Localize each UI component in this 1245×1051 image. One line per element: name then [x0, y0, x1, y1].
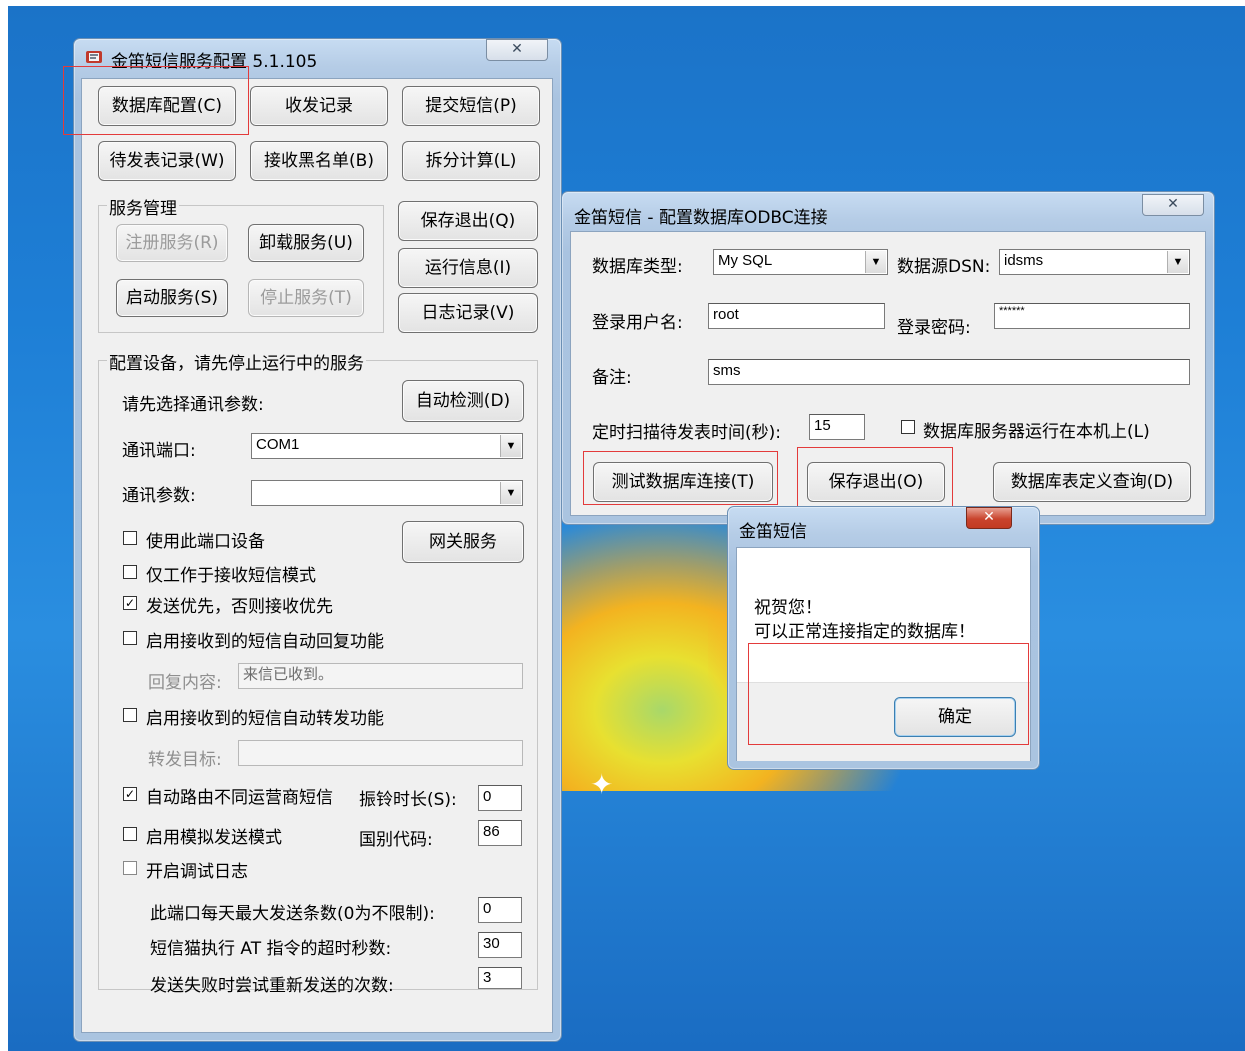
db-type-label: 数据库类型: [592, 257, 683, 277]
params-label: 通讯参数: [122, 486, 196, 506]
scan-interval-input[interactable]: 15 [809, 414, 865, 440]
highlight-box [748, 643, 1029, 745]
auto-reply-checkbox[interactable] [123, 631, 137, 645]
receive-only-label: 仅工作于接收短信模式 [146, 566, 316, 586]
log-records-button[interactable]: 日志记录(V) [398, 293, 538, 333]
wallpaper-sparkle: ✦ [590, 768, 614, 801]
port-value: COM1 [256, 436, 300, 453]
highlight-box [63, 66, 249, 135]
close-icon: ✕ [983, 509, 995, 525]
chevron-down-icon[interactable]: ▼ [1167, 251, 1188, 273]
port-select[interactable]: COM1 ▼ [251, 433, 523, 459]
ring-duration-label: 振铃时长(S): [359, 790, 457, 810]
retry-count-label: 发送失败时尝试重新发送的次数: [150, 976, 394, 996]
db-type-select[interactable]: My SQL ▼ [713, 249, 888, 275]
note-label: 备注: [592, 368, 632, 388]
service-group-legend: 服务管理 [107, 194, 179, 219]
at-timeout-label: 短信猫执行 AT 指令的超时秒数: [150, 939, 392, 959]
auto-route-label: 自动路由不同运营商短信 [146, 788, 333, 808]
receive-blacklist-button[interactable]: 接收黑名单(B) [250, 141, 388, 181]
odbc-window-title: 金笛短信 - 配置数据库ODBC连接 [574, 208, 828, 228]
dsn-label: 数据源DSN: [897, 257, 991, 277]
pending-records-button[interactable]: 待发表记录(W) [98, 141, 236, 181]
scan-interval-label: 定时扫描待发表时间(秒): [592, 423, 781, 443]
message-line-1: 祝贺您！ [754, 598, 822, 618]
user-label: 登录用户名: [592, 313, 683, 333]
max-send-input[interactable]: 0 [478, 897, 522, 923]
message-box-title: 金笛短信 [739, 522, 807, 542]
forward-target-input[interactable] [238, 740, 523, 766]
user-input[interactable]: root [708, 303, 885, 329]
debug-log-checkbox[interactable] [123, 861, 137, 875]
simulate-send-label: 启用模拟发送模式 [146, 828, 282, 848]
highlight-box [797, 447, 953, 509]
device-group-legend: 配置设备，请先停止运行中的服务 [107, 349, 366, 374]
port-label: 通讯端口: [122, 441, 196, 461]
highlight-box [583, 451, 778, 505]
start-service-button[interactable]: 启动服务(S) [116, 279, 228, 317]
submit-sms-button[interactable]: 提交短信(P) [402, 86, 540, 126]
auto-forward-label: 启用接收到的短信自动转发功能 [146, 709, 384, 729]
reply-content-input[interactable]: 来信已收到。 [238, 663, 523, 689]
max-send-label: 此端口每天最大发送条数(0为不限制): [150, 904, 435, 924]
send-priority-checkbox[interactable]: ✓ [123, 596, 137, 610]
receive-only-checkbox[interactable] [123, 565, 137, 579]
select-params-label: 请先选择通讯参数: [122, 395, 264, 415]
auto-detect-button[interactable]: 自动检测(D) [402, 380, 524, 422]
app-icon [86, 51, 102, 63]
retry-count-input[interactable]: 3 [478, 967, 522, 989]
message-line-2: 可以正常连接指定的数据库！ [754, 622, 975, 642]
register-service-button[interactable]: 注册服务(R) [116, 224, 228, 262]
at-timeout-input[interactable]: 30 [478, 932, 522, 958]
close-button[interactable]: ✕ [1142, 194, 1204, 216]
db-type-value: My SQL [718, 252, 773, 269]
close-button[interactable]: ✕ [486, 39, 548, 61]
simulate-send-checkbox[interactable] [123, 827, 137, 841]
gateway-service-button[interactable]: 网关服务 [402, 521, 524, 563]
send-priority-label: 发送优先，否则接收优先 [146, 597, 333, 617]
config-client-area: 数据库配置(C) 收发记录 提交短信(P) 待发表记录(W) 接收黑名单(B) … [81, 78, 553, 1033]
close-button[interactable]: ✕ [966, 507, 1012, 529]
send-receive-records-button[interactable]: 收发记录 [250, 86, 388, 126]
chevron-down-icon[interactable]: ▼ [500, 482, 521, 504]
auto-forward-checkbox[interactable] [123, 708, 137, 722]
config-window: 金笛短信服务配置 5.1.105 ✕ 数据库配置(C) 收发记录 提交短信(P)… [73, 38, 562, 1042]
close-icon: ✕ [511, 41, 523, 57]
dsn-select[interactable]: idsms ▼ [999, 249, 1190, 275]
split-calc-button[interactable]: 拆分计算(L) [402, 141, 540, 181]
country-code-label: 国别代码: [359, 830, 433, 850]
save-exit-button[interactable]: 保存退出(Q) [398, 201, 538, 241]
password-input[interactable]: ****** [994, 303, 1190, 329]
close-icon: ✕ [1167, 196, 1179, 212]
reply-content-label: 回复内容: [148, 673, 222, 693]
uninstall-service-button[interactable]: 卸载服务(U) [248, 224, 364, 262]
country-code-input[interactable]: 86 [478, 820, 522, 846]
local-server-label: 数据库服务器运行在本机上(L) [923, 422, 1150, 442]
local-server-checkbox[interactable] [901, 420, 915, 434]
run-info-button[interactable]: 运行信息(I) [398, 248, 538, 288]
chevron-down-icon[interactable]: ▼ [865, 251, 886, 273]
ring-duration-input[interactable]: 0 [478, 785, 522, 811]
table-definition-query-button[interactable]: 数据库表定义查询(D) [993, 462, 1191, 502]
use-port-checkbox[interactable] [123, 531, 137, 545]
chevron-down-icon[interactable]: ▼ [500, 435, 521, 457]
auto-reply-label: 启用接收到的短信自动回复功能 [146, 632, 384, 652]
use-port-label: 使用此端口设备 [146, 532, 265, 552]
password-label: 登录密码: [897, 318, 971, 338]
debug-log-label: 开启调试日志 [146, 862, 248, 882]
stop-service-button[interactable]: 停止服务(T) [248, 279, 364, 317]
dsn-value: idsms [1004, 252, 1044, 269]
note-input[interactable]: sms [708, 359, 1190, 385]
forward-target-label: 转发目标: [148, 750, 222, 770]
params-select[interactable]: ▼ [251, 480, 523, 506]
auto-route-checkbox[interactable]: ✓ [123, 787, 137, 801]
